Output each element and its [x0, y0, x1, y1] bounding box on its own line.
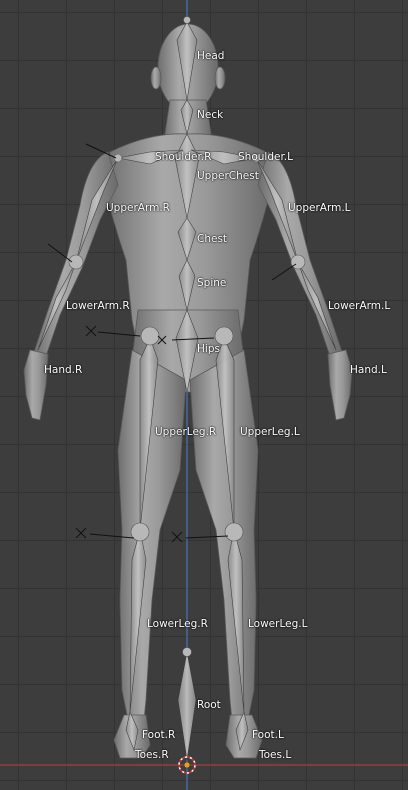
bone-label-head: Head: [197, 50, 225, 62]
ear-l-mesh: [214, 66, 226, 90]
joint-head-tip: [183, 16, 191, 24]
bone-label-lower-leg-l: LowerLeg.L: [248, 618, 308, 630]
joint-elbow-r: [68, 254, 84, 270]
bone-label-neck: Neck: [197, 109, 224, 121]
bone-label-chest: Chest: [197, 233, 228, 245]
bone-label-lower-arm-l: LowerArm.L: [328, 300, 391, 312]
ik-target-icon: [85, 325, 141, 337]
joint-elbow-l: [290, 254, 306, 270]
bone-root[interactable]: [177, 651, 197, 761]
bone-label-shoulder-r: Shoulder.R: [155, 151, 212, 163]
bone-label-upper-arm-r: UpperArm.R: [106, 202, 170, 214]
joint-hip-r: [140, 326, 160, 346]
joint-knee-l: [224, 522, 244, 542]
pole-line-l: [271, 263, 297, 281]
hand-l-mesh: [327, 349, 353, 421]
ear-r-mesh: [150, 66, 162, 90]
bone-label-hand-l: Hand.L: [350, 364, 387, 376]
3d-viewport[interactable]: Head Neck Shoulder.R Shoulder.L UpperChe…: [0, 0, 408, 790]
bone-label-hand-r: Hand.R: [44, 364, 83, 376]
bone-label-upper-chest: UpperChest: [197, 170, 259, 182]
bone-label-hips: Hips: [197, 343, 220, 355]
joint-root-head: [182, 647, 192, 657]
bone-label-lower-leg-r: LowerLeg.R: [147, 618, 208, 630]
hand-r-mesh: [23, 349, 49, 421]
bone-label-spine: Spine: [197, 277, 227, 289]
bone-label-foot-r: Foot.R: [142, 729, 176, 741]
bone-label-root: Root: [197, 699, 221, 711]
bone-label-upper-leg-l: UpperLeg.L: [240, 426, 300, 438]
bone-label-toes-l: Toes.L: [259, 749, 292, 761]
bone-label-upper-arm-l: UpperArm.L: [288, 202, 351, 214]
bone-label-upper-leg-r: UpperLeg.R: [155, 426, 217, 438]
bone-label-lower-arm-r: LowerArm.R: [66, 300, 130, 312]
bone-label-shoulder-l: Shoulder.L: [238, 151, 293, 163]
bone-label-toes-r: Toes.R: [135, 749, 169, 761]
bone-label-foot-l: Foot.L: [252, 729, 284, 741]
